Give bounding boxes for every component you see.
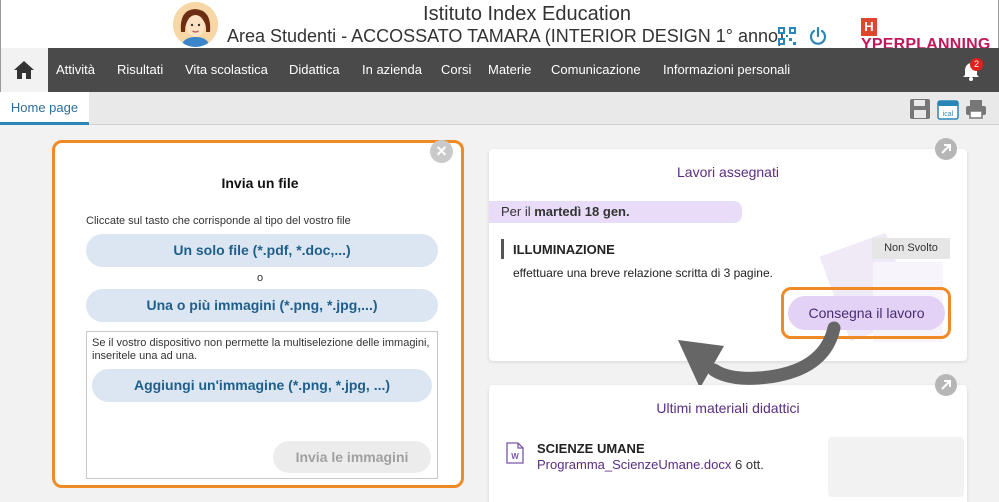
open-external-icon[interactable] [935,138,957,160]
institute-name: Istituto Index Education [423,3,631,25]
nav-item-vita-scolastica[interactable]: Vita scolastica [185,62,268,77]
tab-home-page[interactable]: Home page [0,92,89,125]
nav-item-informazioni-personali[interactable]: Informazioni personali [663,62,790,77]
material-subject: SCIENZE UMANE [537,441,645,456]
tab-bar: Home page ical [0,92,999,125]
avatar[interactable] [173,2,218,47]
multiple-images-button[interactable]: Una o più immagini (*.png, *.jpg,...) [86,289,438,322]
material-file-link[interactable]: Programma_ScienzeUmane.docx 6 ott. [537,457,764,472]
task-marker [501,239,504,259]
ical-calendar-icon[interactable]: ical [937,98,959,120]
svg-text:W: W [511,452,519,461]
dialog-title: Invia un file [221,175,299,191]
open-external-icon[interactable] [935,374,957,396]
nav-item-risultati[interactable]: Risultati [117,62,163,77]
nav-item-comunicazione[interactable]: Comunicazione [551,62,641,77]
nav-item-attivita[interactable]: Attività [56,62,95,77]
save-icon[interactable] [909,98,931,120]
close-icon[interactable]: × [430,140,453,163]
qr-code-icon[interactable] [778,27,796,45]
nav-item-corsi[interactable]: Corsi [441,62,471,77]
main-nav: Attività Risultati Vita scolastica Didat… [0,48,999,92]
home-nav-button[interactable] [0,48,48,92]
task-subject: ILLUMINAZIONE [513,242,615,257]
notification-badge: 2 [970,58,983,71]
nav-item-in-azienda[interactable]: In azienda [362,62,422,77]
print-icon[interactable] [965,98,987,120]
header: Istituto Index Education Area Studenti -… [0,0,999,53]
assigned-work-title: Lavori assegnati [677,164,779,180]
area-label: Area Studenti - ACCOSSATO TAMARA (INTERI… [227,26,785,46]
materials-title: Ultimi materiali didattici [656,400,800,416]
power-icon[interactable] [808,26,828,46]
dialog-hint: Cliccate sul tasto che corrisponde al ti… [86,215,351,227]
svg-text:ical: ical [943,111,954,118]
multiselect-note: Se il vostro dispositivo non permette la… [92,337,430,362]
decorative-panel [828,437,964,497]
nav-item-didattica[interactable]: Didattica [289,62,340,77]
or-separator: o [256,272,264,284]
due-date-band: Per il martedì 18 gen. [489,201,742,223]
nav-item-materie[interactable]: Materie [488,62,531,77]
task-description: effettuare una breve relazione scritta d… [513,266,773,280]
single-file-button[interactable]: Un solo file (*.pdf, *.doc,...) [86,234,438,267]
due-date: martedì 18 gen. [534,204,630,219]
add-image-button[interactable]: Aggiungi un'immagine (*.png, *.jpg, ...) [92,369,432,402]
send-images-button[interactable]: Invia le immagini [273,441,431,473]
material-date: 6 ott. [735,457,764,472]
status-badge: Non Svolto [872,238,950,259]
word-document-icon: W [506,442,524,464]
home-icon [14,61,34,79]
